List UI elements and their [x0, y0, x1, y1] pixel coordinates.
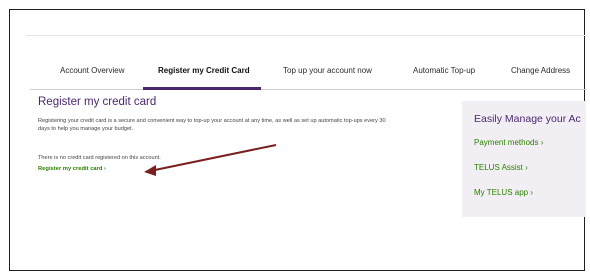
payment-methods-link[interactable]: Payment methods ›	[474, 138, 543, 147]
my-telus-app-link[interactable]: My TELUS app ›	[474, 188, 533, 197]
arrow-head	[144, 165, 156, 176]
manage-account-panel: Easily Manage your Ac Payment methods › …	[462, 101, 586, 217]
arrow-shaft	[149, 144, 277, 172]
telus-assist-link[interactable]: TELUS Assist ›	[474, 163, 528, 172]
panel-title: Easily Manage your Ac	[474, 113, 581, 125]
